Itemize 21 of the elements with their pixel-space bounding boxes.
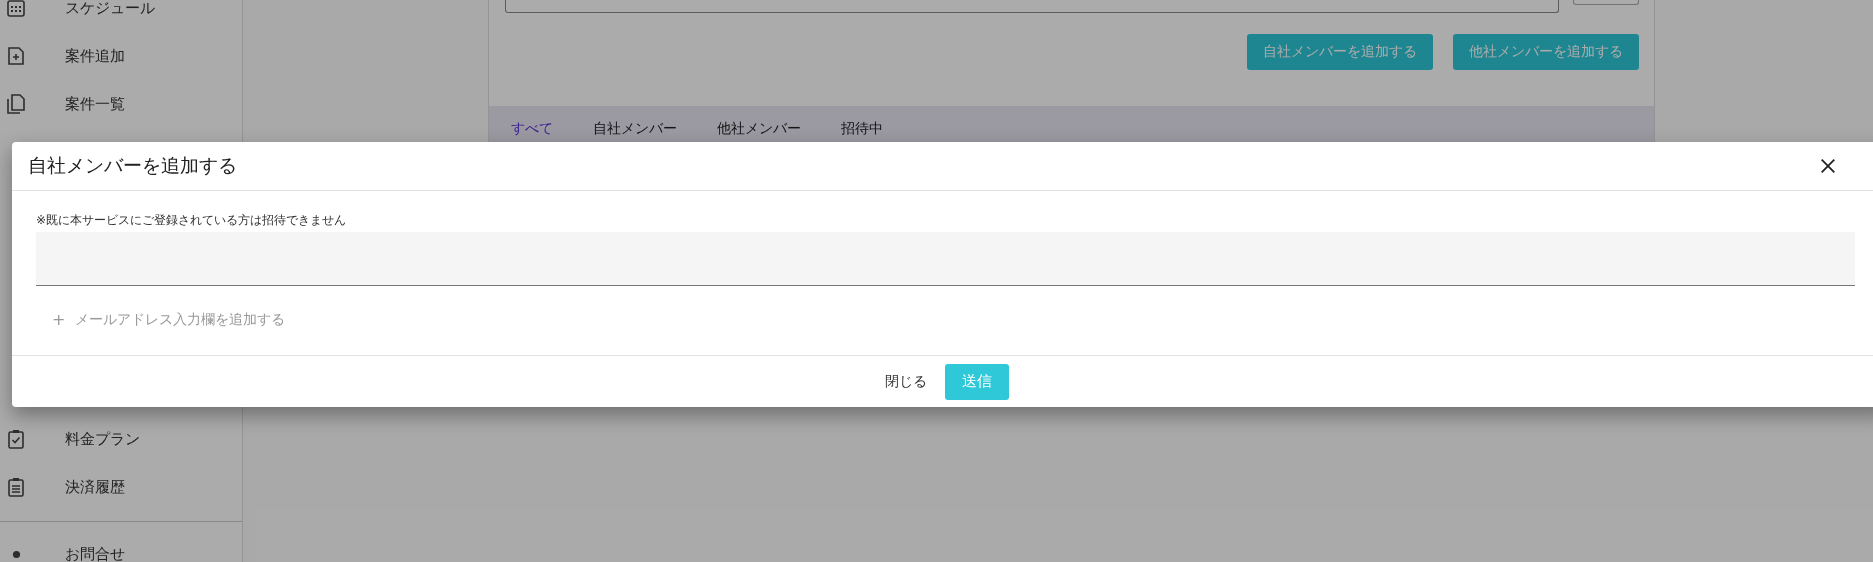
- close-icon[interactable]: [1819, 157, 1837, 175]
- close-button[interactable]: 閉じる: [885, 372, 927, 391]
- clipboard-list-icon: [6, 477, 26, 497]
- sidebar-item[interactable]: スケジュール: [0, 0, 242, 32]
- sidebar-item[interactable]: 決済履歴: [0, 463, 242, 511]
- clipboard-check-icon: [6, 429, 26, 449]
- sidebar-item[interactable]: お問合せ: [0, 530, 242, 562]
- email-input-field[interactable]: [36, 232, 1855, 286]
- sidebar-item[interactable]: 料金プラン: [0, 415, 242, 463]
- tab[interactable]: 招待中: [841, 120, 883, 138]
- documents-icon: [6, 94, 26, 114]
- add-document-icon: [6, 46, 26, 66]
- sidebar-item[interactable]: 案件追加: [0, 32, 242, 80]
- dot-icon: [12, 549, 21, 559]
- tab[interactable]: すべて: [511, 120, 553, 138]
- sidebar-item[interactable]: 案件一覧: [0, 80, 242, 128]
- note-text: ※既に本サービスにご登録されている方は招待できません: [36, 212, 348, 229]
- tab[interactable]: 自社メンバー: [593, 120, 677, 138]
- dialog-title: 自社メンバーを追加する: [28, 153, 237, 178]
- tab[interactable]: 他社メンバー: [717, 120, 801, 138]
- calendar-icon: [6, 0, 26, 18]
